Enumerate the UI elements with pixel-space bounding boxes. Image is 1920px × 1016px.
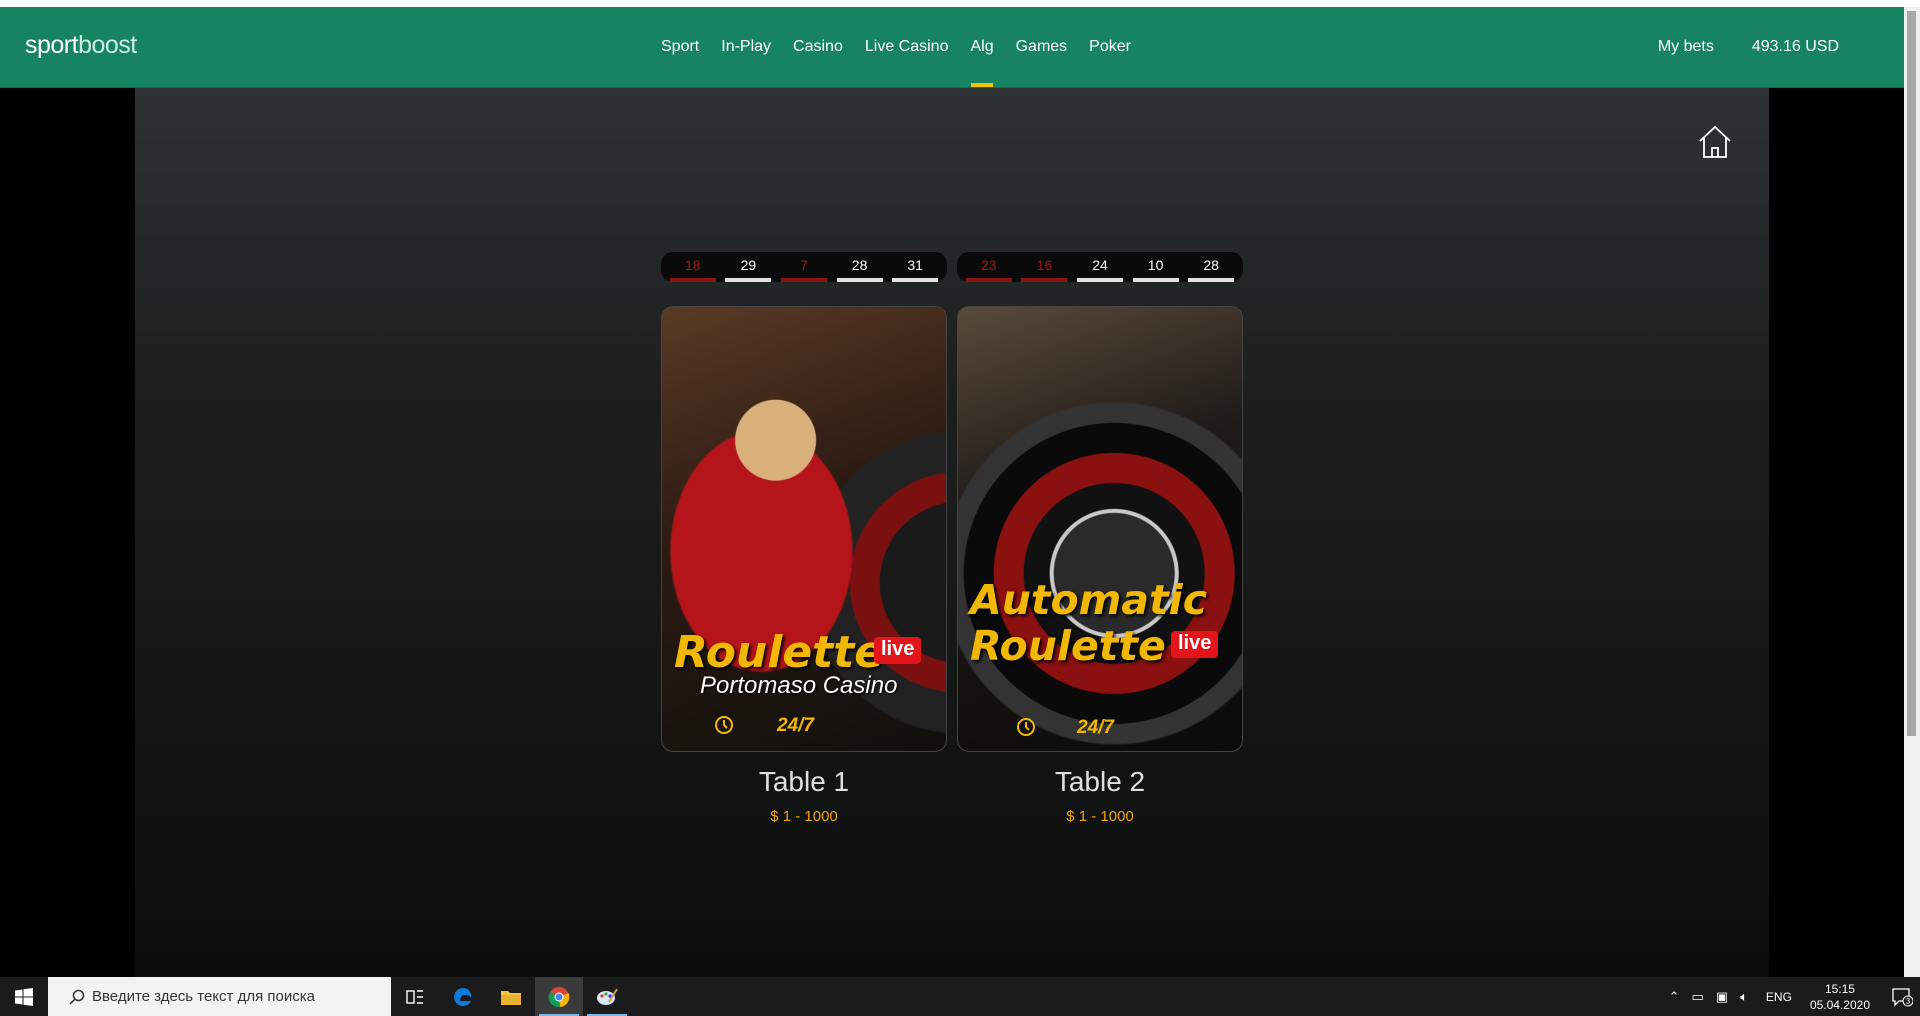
task-view-icon[interactable] — [391, 977, 439, 1016]
notification-center-icon[interactable]: 3 — [1884, 987, 1920, 1007]
clock-icon — [715, 716, 733, 734]
history-number: 10 — [1131, 252, 1181, 282]
results-history: 23 16 24 10 28 — [957, 252, 1243, 282]
system-tray: ⌃ ▭ ▣ 🔈︎ ENG 15:15 05.04.2020 3 — [1663, 977, 1920, 1016]
live-badge: live — [1171, 631, 1219, 658]
game-table-2: 23 16 24 10 28 Automatic Roulette live 24… — [957, 252, 1243, 825]
nav-live-casino[interactable]: Live Casino — [854, 7, 960, 87]
chevron-up-icon[interactable]: ⌃ — [1669, 989, 1680, 1005]
search-placeholder: Введите здесь текст для поиска — [92, 988, 315, 1005]
search-icon — [69, 989, 85, 1005]
hours-label: 24/7 — [777, 715, 814, 736]
page-scrollbar[interactable] — [1904, 7, 1920, 977]
clock-date: 05.04.2020 — [1809, 997, 1870, 1012]
edge-icon[interactable] — [439, 977, 487, 1016]
windows-start-button[interactable] — [0, 977, 48, 1016]
windows-taskbar: Введите здесь текст для поиска ⌃ ▭ ▣ 🔈︎ … — [0, 977, 1920, 1016]
card-title-line1: Automatic — [970, 576, 1208, 624]
game-table-1: 18 29 7 28 31 Roulette live Portomaso Ca… — [661, 252, 947, 825]
nav-sport[interactable]: Sport — [650, 7, 710, 87]
live-badge: live — [874, 637, 922, 664]
table-limits: $ 1 - 1000 — [770, 808, 838, 825]
logo-part-sport: sport — [25, 31, 79, 59]
history-number: 23 — [964, 252, 1014, 282]
language-indicator[interactable]: ENG — [1766, 990, 1792, 1004]
taskbar-clock[interactable]: 15:15 05.04.2020 — [1810, 981, 1870, 1013]
results-history: 18 29 7 28 31 — [661, 252, 947, 282]
history-number: 18 — [668, 252, 718, 282]
hours-label: 24/7 — [1077, 717, 1114, 738]
top-strip — [0, 0, 1920, 7]
nav-in-play[interactable]: In-Play — [710, 7, 782, 87]
paint-icon[interactable] — [583, 977, 631, 1016]
main-nav: Sport In-Play Casino Live Casino Alg Gam… — [650, 7, 1142, 87]
my-bets-link[interactable]: My bets — [1658, 38, 1714, 56]
card-title: Roulette — [674, 627, 885, 678]
balance-display[interactable]: 493.16 USD — [1752, 38, 1839, 56]
site-header: sportboost Sport In-Play Casino Live Cas… — [0, 7, 1904, 88]
main-content: 18 29 7 28 31 Roulette live Portomaso Ca… — [135, 88, 1769, 977]
game-card-automatic-roulette[interactable]: Automatic Roulette live 24/7 — [957, 306, 1243, 752]
home-icon[interactable] — [1697, 124, 1733, 160]
logo-part-boost: boost — [78, 31, 137, 59]
power-icon[interactable]: ▭ — [1692, 989, 1704, 1005]
nav-casino[interactable]: Casino — [782, 7, 854, 87]
network-icon[interactable]: ▣ — [1716, 989, 1728, 1005]
chrome-icon[interactable] — [535, 977, 583, 1016]
nav-games[interactable]: Games — [1005, 7, 1079, 87]
scrollbar-thumb[interactable] — [1907, 11, 1916, 736]
volume-icon[interactable]: 🔈︎ — [1740, 989, 1748, 1005]
card-title-line2: Roulette — [970, 622, 1166, 670]
table-name[interactable]: Table 1 — [661, 766, 947, 798]
nav-alg[interactable]: Alg — [959, 7, 1004, 87]
history-number: 24 — [1075, 252, 1125, 282]
history-number: 7 — [779, 252, 829, 282]
windows-logo-icon — [15, 987, 33, 1006]
sportboost-logo[interactable]: sportboost — [25, 31, 137, 60]
clock-time: 15:15 — [1824, 981, 1855, 996]
nav-poker[interactable]: Poker — [1078, 7, 1142, 87]
history-number: 29 — [723, 252, 773, 282]
game-card-roulette[interactable]: Roulette live Portomaso Casino 24/7 — [661, 306, 947, 752]
history-number: 28 — [1186, 252, 1236, 282]
card-subtitle: Portomaso Casino — [700, 672, 898, 699]
table-name[interactable]: Table 2 — [957, 766, 1243, 798]
table-limits: $ 1 - 1000 — [1066, 808, 1134, 825]
notification-count: 3 — [1906, 997, 1911, 1006]
history-number: 16 — [1019, 252, 1069, 282]
file-explorer-icon[interactable] — [487, 977, 535, 1016]
history-number: 28 — [835, 252, 885, 282]
clock-icon — [1017, 718, 1035, 736]
taskbar-search-box[interactable]: Введите здесь текст для поиска — [48, 977, 391, 1016]
history-number: 31 — [890, 252, 940, 282]
header-account: My bets 493.16 USD — [1658, 7, 1839, 87]
